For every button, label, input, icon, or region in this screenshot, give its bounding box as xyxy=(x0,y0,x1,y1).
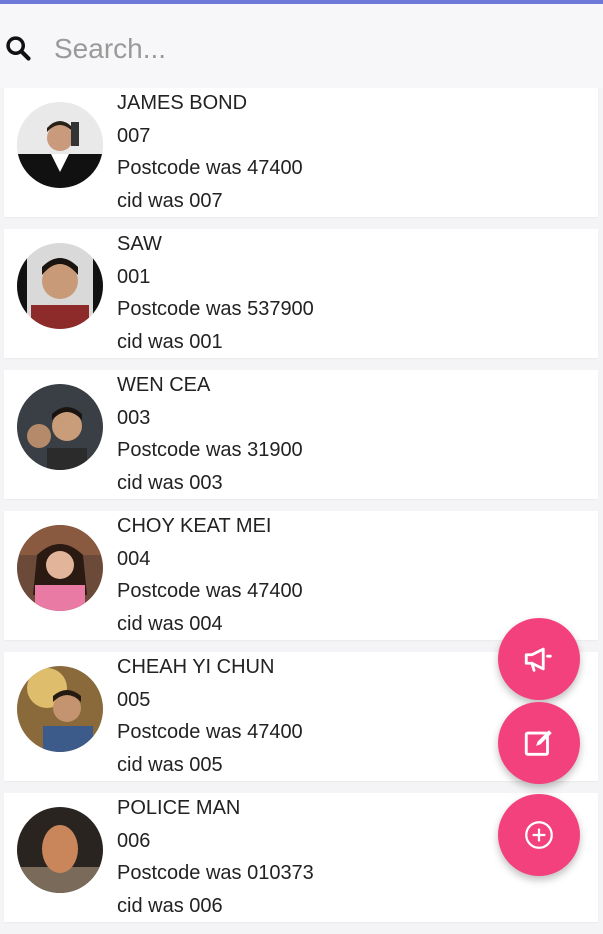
contact-id: 001 xyxy=(117,266,151,288)
contact-postcode: Postcode was 010373 xyxy=(117,862,314,884)
add-circle-icon xyxy=(525,821,553,849)
contact-name: SAW xyxy=(117,233,162,255)
contact-cid: cid was 006 xyxy=(117,895,223,917)
contact-postcode: Postcode was 47400 xyxy=(117,721,303,743)
megaphone-icon xyxy=(524,647,552,672)
search-icon[interactable] xyxy=(4,34,32,62)
contact-postcode: Postcode was 47400 xyxy=(117,157,303,179)
contact-name: POLICE MAN xyxy=(117,797,241,819)
contact-postcode: Postcode was 31900 xyxy=(117,439,303,461)
contact-id: 007 xyxy=(117,125,151,147)
contact-name: WEN CEA xyxy=(117,374,211,396)
contact-card[interactable]: CHOY KEAT MEI 004 Postcode was 47400 cid… xyxy=(4,511,598,640)
edit-fab-button[interactable] xyxy=(498,702,580,784)
contact-cid: cid was 001 xyxy=(117,331,223,353)
add-fab-button[interactable] xyxy=(498,794,580,876)
search-input[interactable] xyxy=(52,28,576,70)
contact-card[interactable]: SAW 001 Postcode was 537900 cid was 001 xyxy=(4,229,598,358)
avatar xyxy=(17,666,103,752)
edit-icon xyxy=(524,730,552,756)
avatar xyxy=(17,102,103,188)
contact-id: 003 xyxy=(117,407,151,429)
contact-name: CHOY KEAT MEI xyxy=(117,515,272,537)
avatar xyxy=(17,525,103,611)
announce-fab-button[interactable] xyxy=(498,618,580,700)
contact-card[interactable]: JAMES BOND 007 Postcode was 47400 cid wa… xyxy=(4,88,598,217)
avatar xyxy=(17,243,103,329)
contact-postcode: Postcode was 47400 xyxy=(117,580,303,602)
contact-name: CHEAH YI CHUN xyxy=(117,656,275,678)
contact-postcode: Postcode was 537900 xyxy=(117,298,314,320)
contact-card[interactable]: WEN CEA 003 Postcode was 31900 cid was 0… xyxy=(4,370,598,499)
contact-cid: cid was 004 xyxy=(117,613,223,635)
contact-id: 005 xyxy=(117,689,151,711)
contact-id: 006 xyxy=(117,830,151,852)
contact-name: JAMES BOND xyxy=(117,92,248,114)
contact-cid: cid was 003 xyxy=(117,472,223,494)
contact-id: 004 xyxy=(117,548,151,570)
search-bar xyxy=(0,4,603,88)
avatar xyxy=(17,384,103,470)
contact-cid: cid was 007 xyxy=(117,190,223,212)
contact-cid: cid was 005 xyxy=(117,754,223,776)
avatar xyxy=(17,807,103,893)
